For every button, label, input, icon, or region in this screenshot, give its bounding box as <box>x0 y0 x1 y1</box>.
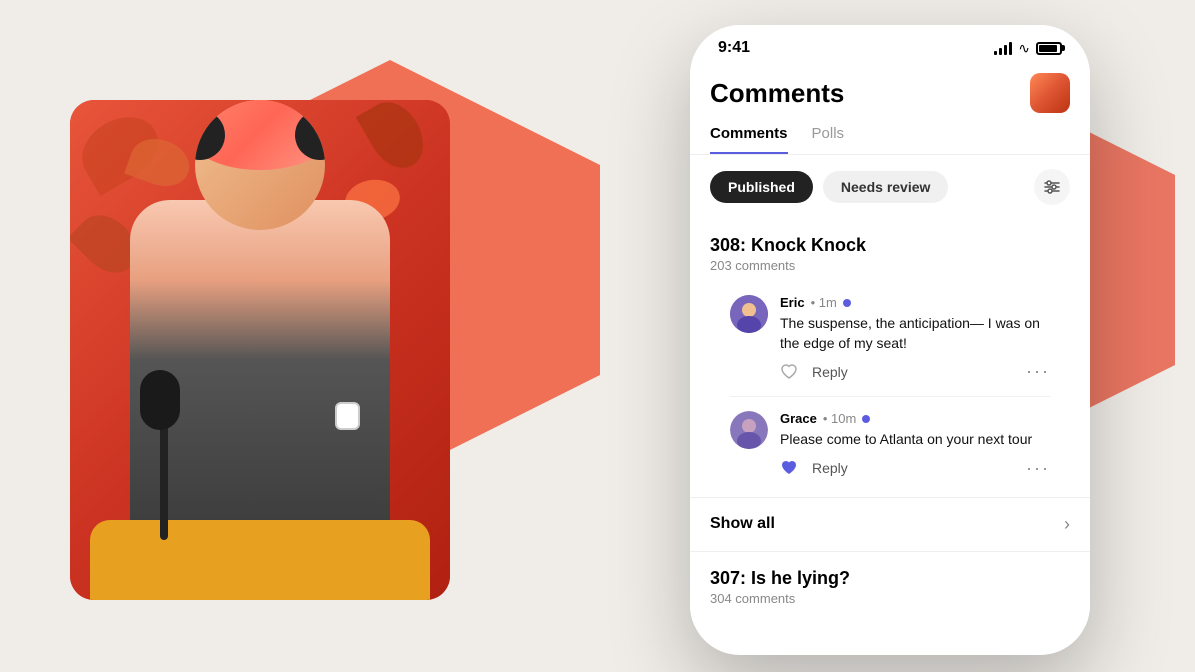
episode-1-comment-count: 203 comments <box>710 258 1070 273</box>
comment-time-eric: • 1m <box>811 295 837 310</box>
episode-section-1: 308: Knock Knock 203 comments <box>690 219 1090 497</box>
app-header: Comments <box>690 65 1090 117</box>
tab-polls[interactable]: Polls <box>812 125 845 154</box>
avatar-eric <box>730 295 768 333</box>
comment-divider <box>730 396 1050 397</box>
status-time: 9:41 <box>718 39 750 57</box>
reply-button-grace[interactable]: Reply <box>812 460 848 476</box>
comment-actions-grace: Reply ··· <box>780 458 1050 479</box>
comment-text-grace: Please come to Atlanta on your next tour <box>780 430 1050 450</box>
comment-body-grace: Grace • 10m Please come to Atlanta on yo… <box>780 411 1050 479</box>
comment-item-grace: Grace • 10m Please come to Atlanta on yo… <box>710 401 1070 489</box>
reply-button-eric[interactable]: Reply <box>812 364 848 380</box>
filter-published-button[interactable]: Published <box>710 171 813 203</box>
app-title: Comments <box>710 78 844 109</box>
filter-settings-button[interactable] <box>1034 169 1070 205</box>
tabs-row: Comments Polls <box>690 117 1090 155</box>
episode-1-title: 308: Knock Knock <box>710 235 1070 256</box>
chevron-right-icon: › <box>1064 514 1070 535</box>
more-button-grace[interactable]: ··· <box>1026 458 1050 479</box>
heart-filled-icon <box>780 460 798 476</box>
podcast-card <box>70 100 450 600</box>
eric-avatar-image <box>730 295 768 333</box>
comment-meta-eric: Eric • 1m <box>780 295 1050 310</box>
filter-row: Published Needs review <box>690 155 1090 219</box>
signal-bars-icon <box>994 41 1012 55</box>
battery-icon <box>1036 42 1062 55</box>
like-button-eric[interactable] <box>780 364 798 380</box>
comment-author-grace: Grace <box>780 411 817 426</box>
episode-2-title: 307: Is he lying? <box>710 568 1070 589</box>
like-button-grace[interactable] <box>780 460 798 476</box>
comment-item-eric: Eric • 1m The suspense, the anticipation… <box>710 285 1070 392</box>
phone-mockup: 9:41 ∿ Comments <box>690 25 1090 655</box>
avatar[interactable] <box>1030 73 1070 113</box>
grace-avatar-image <box>730 411 768 449</box>
more-button-eric[interactable]: ··· <box>1026 361 1050 382</box>
online-indicator-eric <box>843 299 851 307</box>
filter-needs-review-button[interactable]: Needs review <box>823 171 949 203</box>
tab-comments[interactable]: Comments <box>710 125 788 154</box>
comment-body-eric: Eric • 1m The suspense, the anticipation… <box>780 295 1050 382</box>
avatar-grace <box>730 411 768 449</box>
status-icons: ∿ <box>994 40 1062 57</box>
status-bar: 9:41 ∿ <box>690 25 1090 65</box>
comment-time-grace: • 10m <box>823 411 856 426</box>
online-indicator-grace <box>862 415 870 423</box>
person-illustration <box>130 200 390 600</box>
show-all-label: Show all <box>710 515 775 533</box>
comment-actions-eric: Reply ··· <box>780 361 1050 382</box>
episode-2-comment-count: 304 comments <box>710 591 1070 606</box>
episode-section-2: 307: Is he lying? 304 comments <box>690 552 1090 626</box>
content-area: 308: Knock Knock 203 comments <box>690 219 1090 626</box>
comment-meta-grace: Grace • 10m <box>780 411 1050 426</box>
show-all-row[interactable]: Show all › <box>690 497 1090 552</box>
leaf-decoration <box>356 100 434 178</box>
wifi-icon: ∿ <box>1018 40 1030 57</box>
comment-author-eric: Eric <box>780 295 805 310</box>
comment-text-eric: The suspense, the anticipation— I was on… <box>780 314 1050 353</box>
heart-icon <box>780 364 798 380</box>
sliders-icon <box>1043 178 1061 196</box>
